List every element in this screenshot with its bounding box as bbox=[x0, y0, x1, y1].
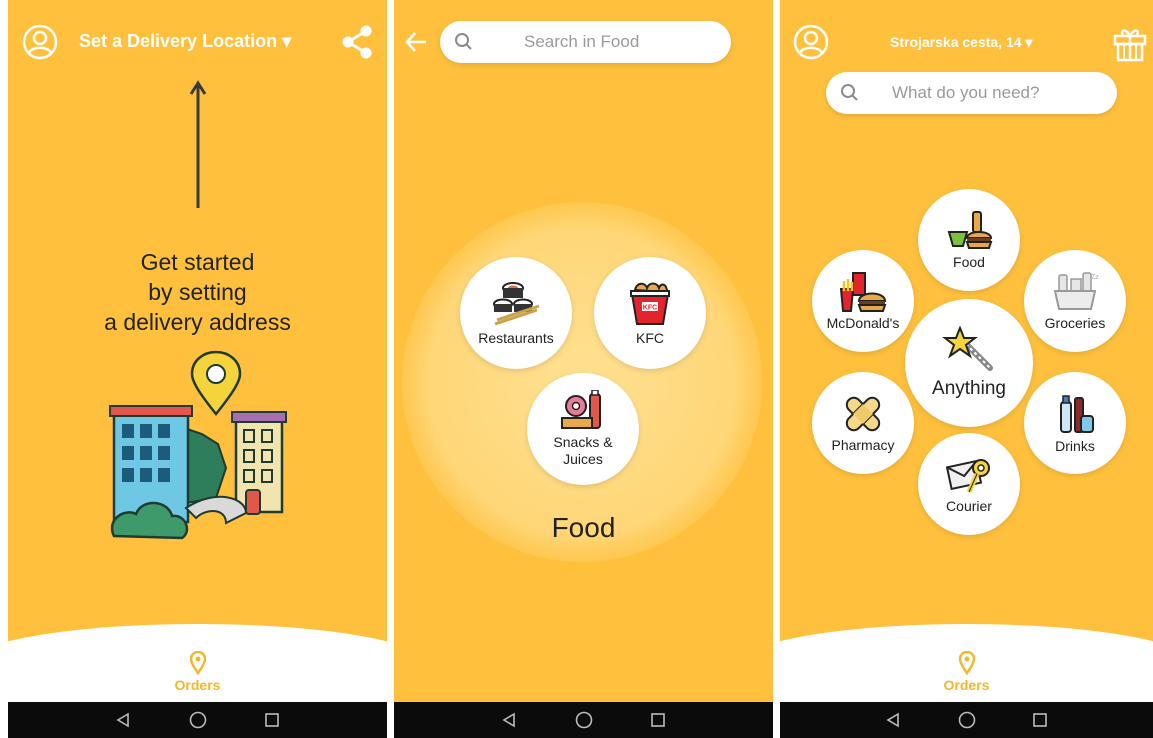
nav-home-icon[interactable] bbox=[947, 705, 987, 735]
nav-home-icon[interactable] bbox=[564, 705, 604, 735]
food-icon bbox=[947, 210, 993, 249]
sushi-icon bbox=[493, 281, 540, 325]
search-placeholder: Search in Food bbox=[524, 32, 640, 51]
category-courier[interactable]: Courier bbox=[918, 433, 1020, 535]
nav-recents-icon[interactable] bbox=[252, 705, 292, 735]
profile-icon[interactable] bbox=[793, 24, 829, 60]
profile-icon[interactable] bbox=[22, 24, 58, 60]
category-mcdonalds[interactable]: McDonald's bbox=[812, 250, 914, 352]
orders-tab[interactable]: Orders bbox=[8, 651, 387, 693]
category-label: Anything bbox=[932, 378, 1006, 399]
kfc-bucket-icon: KFC bbox=[630, 282, 670, 325]
category-groceries[interactable]: Zz Groceries bbox=[1024, 250, 1126, 352]
system-navigation-bar bbox=[8, 702, 387, 738]
groceries-icon: Zz bbox=[1053, 271, 1099, 310]
nav-back-icon[interactable] bbox=[489, 705, 529, 735]
category-food[interactable]: Food bbox=[918, 189, 1020, 291]
nav-back-icon[interactable] bbox=[103, 705, 143, 735]
category-label: Groceries bbox=[1044, 314, 1106, 331]
category-label: KFC bbox=[636, 329, 664, 346]
onboarding-message: Get started by setting a delivery addres… bbox=[8, 247, 387, 337]
envelope-key-icon bbox=[945, 458, 990, 493]
share-icon[interactable] bbox=[340, 24, 374, 60]
category-label: Restaurants bbox=[478, 329, 554, 346]
category-label: Drinks bbox=[1055, 437, 1095, 454]
category-label: McDonald's bbox=[826, 314, 900, 331]
drinks-icon bbox=[1060, 394, 1094, 433]
city-illustration bbox=[106, 348, 296, 544]
up-arrow-icon bbox=[188, 80, 208, 210]
category-label: Snacks & Juices bbox=[553, 434, 612, 468]
location-pin-icon bbox=[189, 651, 206, 675]
system-navigation-bar bbox=[394, 702, 773, 738]
category-kfc[interactable]: KFC KFC bbox=[594, 257, 706, 369]
category-snacks-juices[interactable]: Snacks & Juices bbox=[527, 373, 639, 485]
message-line: a delivery address bbox=[104, 309, 291, 335]
mcdonalds-icon bbox=[839, 271, 887, 312]
category-label: Food bbox=[953, 253, 985, 270]
orders-tab[interactable]: Orders bbox=[780, 651, 1153, 693]
nav-recents-icon[interactable] bbox=[638, 705, 678, 735]
nav-recents-icon[interactable] bbox=[1020, 705, 1060, 735]
category-drinks[interactable]: Drinks bbox=[1024, 372, 1126, 474]
category-label: Pharmacy bbox=[831, 436, 895, 453]
category-pharmacy[interactable]: Pharmacy bbox=[812, 372, 914, 474]
orders-label: Orders bbox=[943, 677, 990, 693]
search-input[interactable]: Search in Food bbox=[440, 21, 731, 63]
orders-label: Orders bbox=[174, 677, 221, 693]
category-anything[interactable]: Anything bbox=[905, 299, 1033, 427]
magic-wand-icon bbox=[942, 326, 993, 371]
screen-home-categories: Strojarska cesta, 14 ▾ What do you need?… bbox=[780, 0, 1153, 738]
search-icon bbox=[455, 33, 472, 50]
label-line: Snacks & bbox=[553, 434, 613, 450]
search-placeholder: What do you need? bbox=[892, 83, 1040, 102]
svg-text:KFC: KFC bbox=[643, 304, 657, 311]
message-line: by setting bbox=[148, 279, 247, 305]
screen-food-category: Search in Food Restaurants KFC KFC Snack… bbox=[394, 0, 773, 738]
location-pin-icon bbox=[958, 651, 975, 675]
gift-icon[interactable] bbox=[1112, 24, 1148, 62]
back-arrow-icon[interactable] bbox=[404, 28, 428, 56]
search-input[interactable]: What do you need? bbox=[826, 72, 1117, 114]
system-navigation-bar bbox=[780, 702, 1153, 738]
section-title: Food bbox=[551, 512, 616, 543]
delivery-location-selector[interactable]: Strojarska cesta, 14 ▾ bbox=[890, 34, 1032, 51]
search-icon bbox=[841, 84, 858, 101]
label-line: Juices bbox=[563, 451, 603, 467]
bandage-icon bbox=[845, 396, 881, 431]
category-label: Courier bbox=[946, 497, 992, 514]
message-line: Get started bbox=[140, 249, 255, 275]
nav-home-icon[interactable] bbox=[178, 705, 218, 735]
nav-back-icon[interactable] bbox=[873, 705, 913, 735]
screen-set-location: Set a Delivery Location ▾ Get started by… bbox=[8, 0, 387, 738]
delivery-location-selector[interactable]: Set a Delivery Location ▾ bbox=[79, 31, 291, 52]
svg-text:Zz: Zz bbox=[1091, 274, 1099, 281]
category-restaurants[interactable]: Restaurants bbox=[460, 257, 572, 369]
snacks-icon bbox=[561, 390, 601, 429]
